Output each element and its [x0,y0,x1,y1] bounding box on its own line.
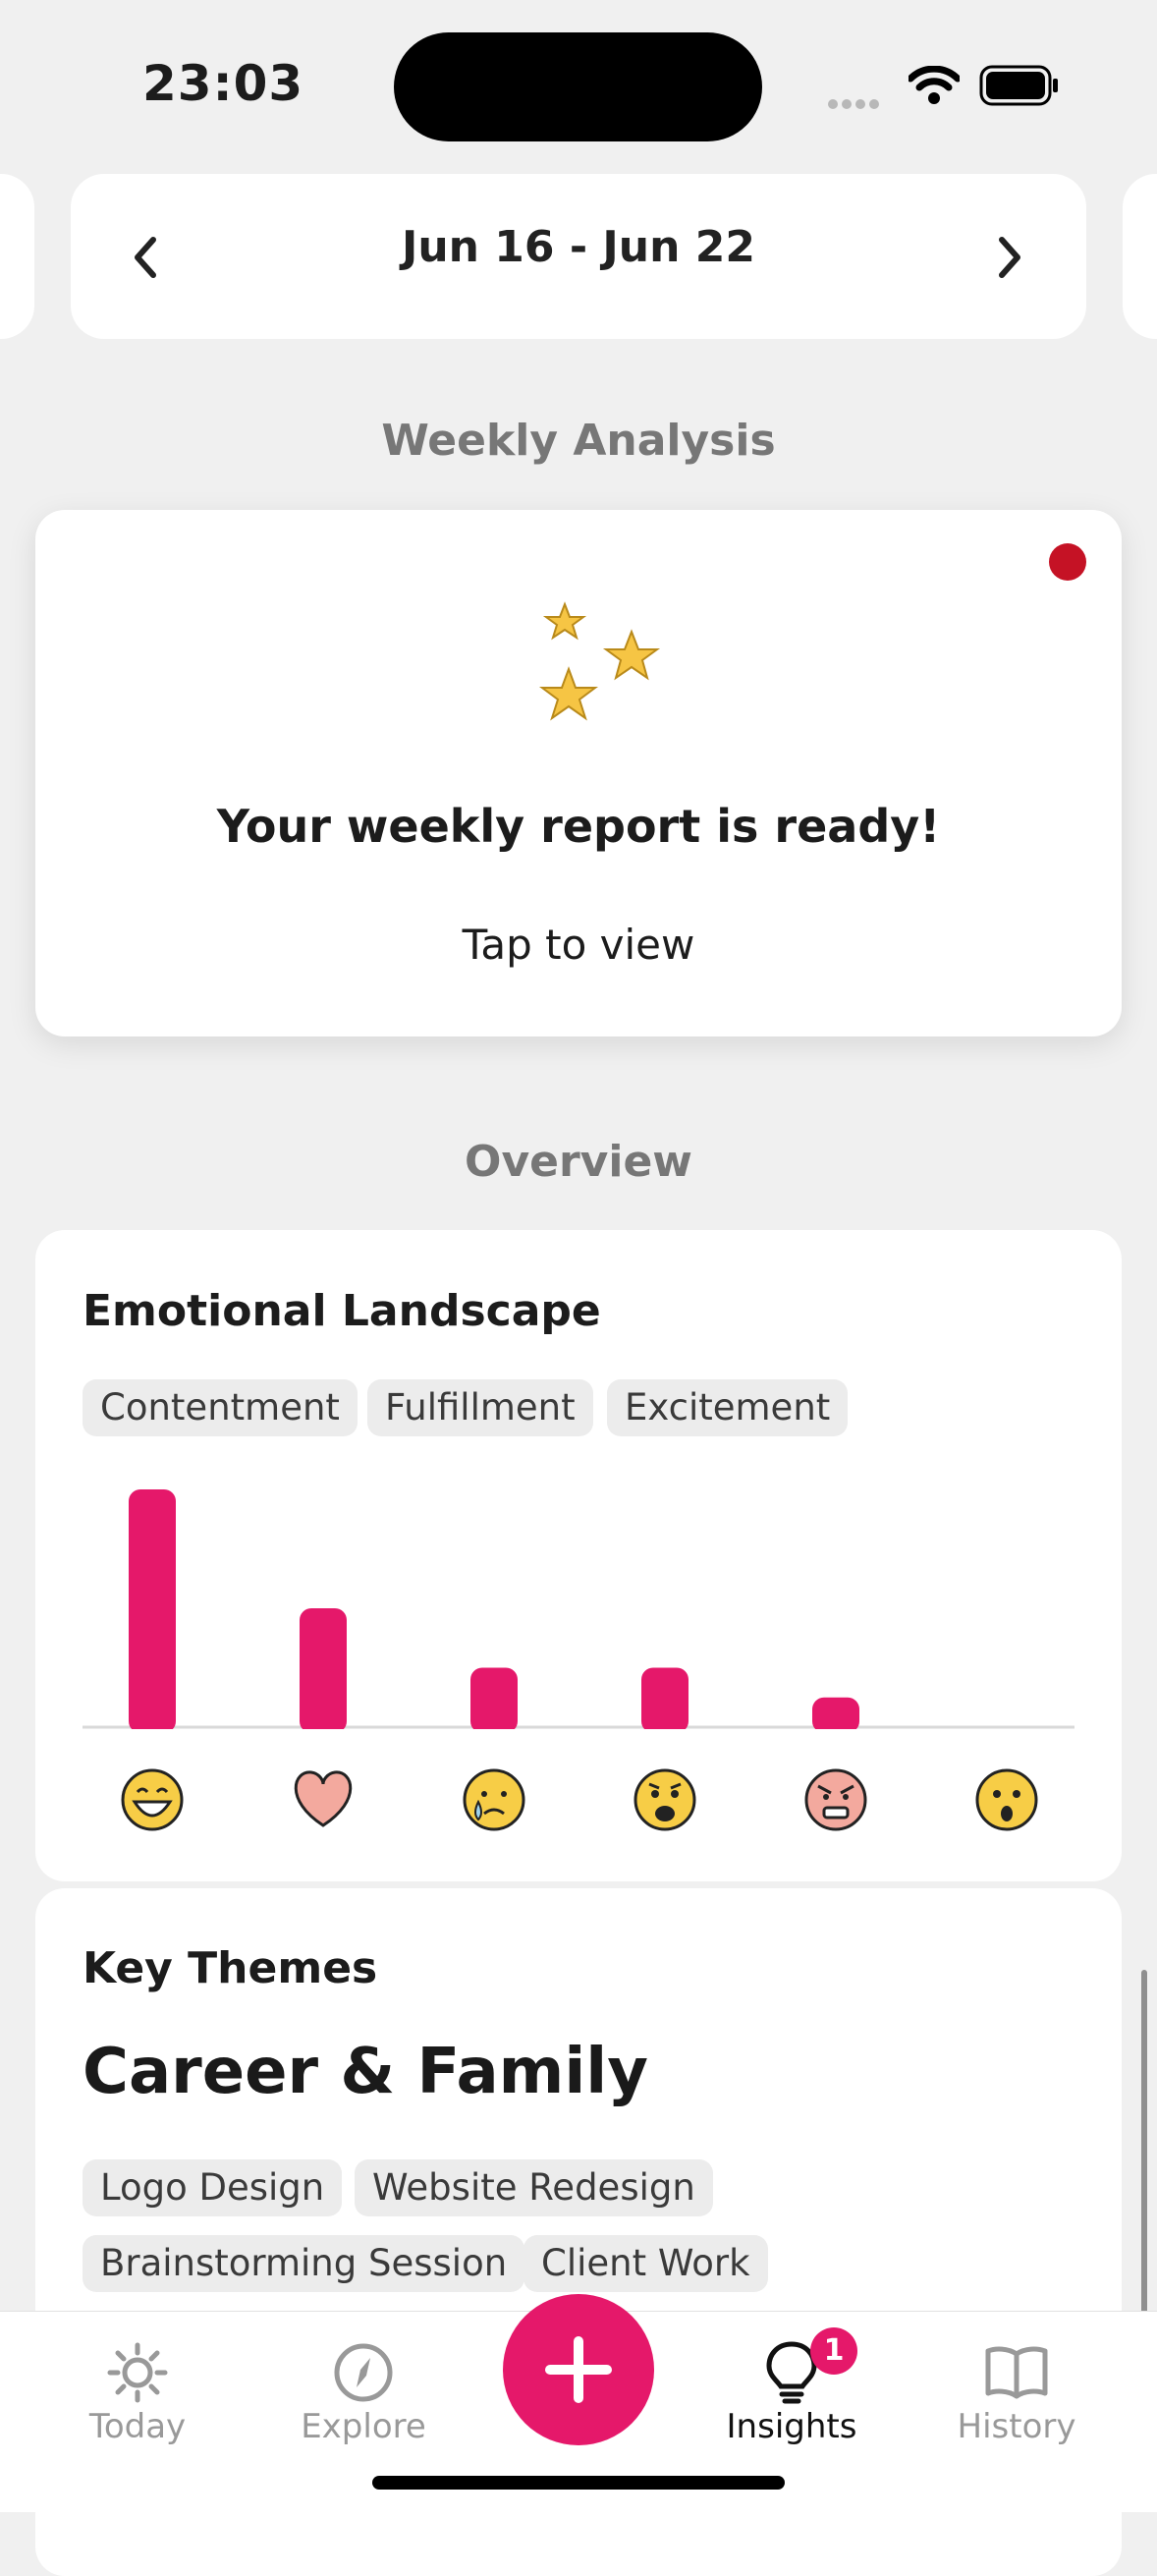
insights-badge: 1 [810,2327,857,2375]
wifi-icon [909,66,960,104]
tap-to-view-label[interactable]: Tap to view [35,921,1122,969]
chevron-left-icon [135,237,156,278]
battery-icon [979,65,1058,106]
heart-icon [294,1770,353,1827]
previous-week-card-peek [0,174,34,339]
weekly-analysis-title: Weekly Analysis [381,416,776,466]
previous-week-button[interactable] [126,228,165,287]
unread-indicator [1049,543,1086,581]
sun-icon [107,2342,168,2403]
book-icon [985,2346,1048,2399]
emotion-tag: Fulfillment [367,1379,593,1436]
next-week-button[interactable] [990,228,1029,287]
tab-explore[interactable] [329,2338,398,2407]
stars-icon [539,601,661,721]
overview-title: Overview [465,1137,692,1187]
theme-tag: Logo Design [83,2159,343,2216]
emotion-tag: Excitement [607,1379,849,1436]
crying-face-icon [463,1768,525,1831]
chart-bar-angry-face [812,1697,859,1733]
tab-explore-label[interactable]: Explore [265,2407,462,2446]
emotional-landscape-title: Emotional Landscape [83,1286,601,1336]
dynamic-island [394,32,762,141]
compass-icon [334,2343,393,2402]
theme-tag: Website Redesign [355,2159,713,2216]
chart-bar-grinning-face [129,1489,176,1733]
tab-today[interactable] [103,2338,172,2407]
plus-icon [545,2336,612,2403]
anguished-face-icon [634,1768,696,1831]
next-week-card-peek [1123,174,1157,339]
emotion-tag: Contentment [83,1379,358,1436]
emotion-bar-chart [83,1489,1074,1831]
chart-bar-heart [300,1608,347,1733]
tab-insights-label[interactable]: Insights [693,2407,890,2446]
cellular-signal-icon [828,94,889,109]
angry-face-icon [804,1768,867,1831]
status-time: 23:03 [142,55,304,112]
report-title: Your weekly report is ready! [216,800,941,853]
add-entry-button[interactable] [503,2294,654,2445]
tab-history-label[interactable]: History [918,2407,1115,2446]
astonished-face-icon [975,1768,1038,1831]
theme-tag: Brainstorming Session [83,2235,525,2292]
chevron-right-icon [999,237,1020,278]
chart-baseline-mask [83,1729,1074,1741]
key-theme-headline: Career & Family [83,2036,648,2108]
scrollbar[interactable] [1141,1970,1147,2314]
theme-tag: Client Work [523,2235,768,2292]
key-themes-title: Key Themes [83,1943,378,1993]
home-indicator [372,2476,785,2490]
chart-bar-crying-face [470,1667,518,1733]
grinning-face-icon [121,1768,184,1831]
tab-history[interactable] [982,2338,1051,2407]
chart-bar-anguished-face [641,1667,689,1733]
week-range-label: Jun 16 - Jun 22 [401,222,756,272]
tab-today-label[interactable]: Today [39,2407,236,2446]
